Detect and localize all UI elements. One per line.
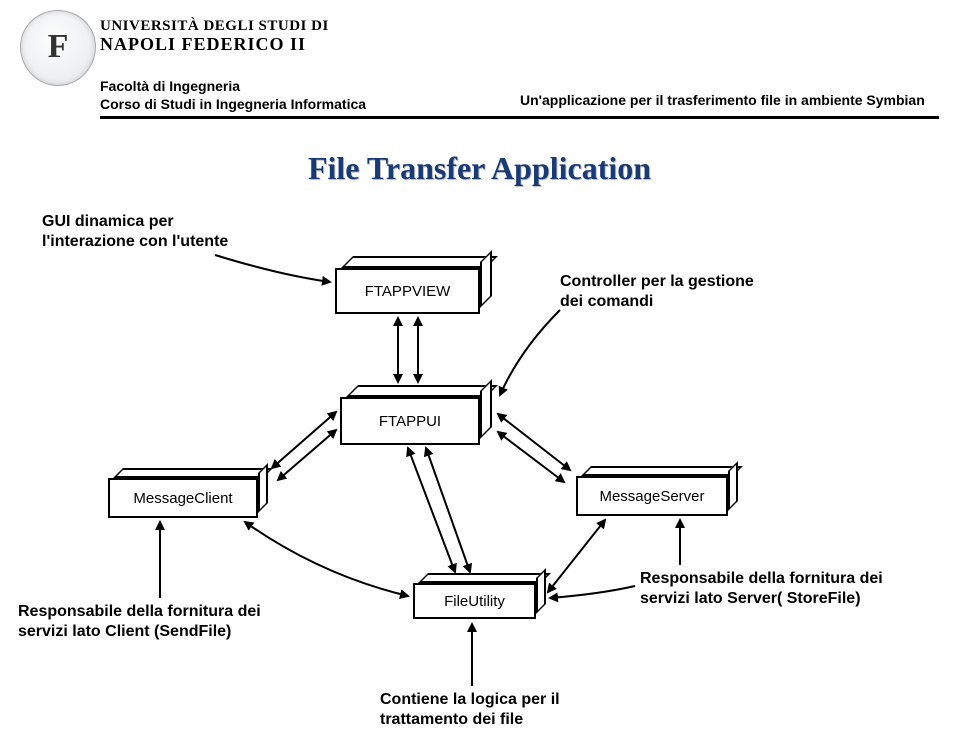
server-annotation-l1: Responsabile della fornitura dei <box>640 570 883 587</box>
client-annotation-l2: servizi lato Client (SendFile) <box>18 623 231 640</box>
fileutility-annotation-l1: Contiene la logica per il <box>380 691 560 708</box>
controller-annotation-l2: dei comandi <box>560 293 653 310</box>
fileutility-annotation-l2: trattamento dei file <box>380 711 523 728</box>
university-logo <box>20 10 96 86</box>
box-file-utility-label: FileUtility <box>444 593 505 610</box>
controller-annotation-l1: Controller per la gestione <box>560 273 754 290</box>
controller-annotation: Controller per la gestione dei comandi <box>560 272 840 312</box>
uni-line-2: NAPOLI FEDERICO II <box>100 34 329 55</box>
header-rule <box>100 116 939 119</box>
course-label: Corso di Studi in Ingegneria Informatica <box>100 96 366 112</box>
gui-annotation-l2: l'interazione con l'utente <box>42 233 228 250</box>
fileutility-annotation: Contiene la logica per il trattamento de… <box>380 690 680 730</box>
box-message-client-label: MessageClient <box>133 490 232 507</box>
uni-line-1: UNIVERSITÀ DEGLI STUDI DI <box>100 18 329 35</box>
box-message-server-label: MessageServer <box>599 488 704 505</box>
gui-annotation-l1: GUI dinamica per <box>42 213 174 230</box>
client-annotation: Responsabile della fornitura dei servizi… <box>18 602 318 642</box>
server-annotation-l2: servizi lato Server( StoreFile) <box>640 590 861 607</box>
slide-stage: UNIVERSITÀ DEGLI STUDI DI NAPOLI FEDERIC… <box>0 0 959 741</box>
server-annotation: Responsabile della fornitura dei servizi… <box>640 569 940 609</box>
box-ftappui-label: FTAPPUI <box>379 413 441 430</box>
gui-annotation: GUI dinamica per l'interazione con l'ute… <box>42 212 282 252</box>
client-annotation-l1: Responsabile della fornitura dei <box>18 603 261 620</box>
faculty-label: Facoltà di Ingegneria <box>100 78 240 94</box>
box-ftappview-label: FTAPPVIEW <box>365 283 451 300</box>
app-description: Un'applicazione per il trasferimento fil… <box>520 92 925 108</box>
university-name: UNIVERSITÀ DEGLI STUDI DI NAPOLI FEDERIC… <box>100 18 329 55</box>
slide-title: File Transfer Application <box>0 150 959 187</box>
